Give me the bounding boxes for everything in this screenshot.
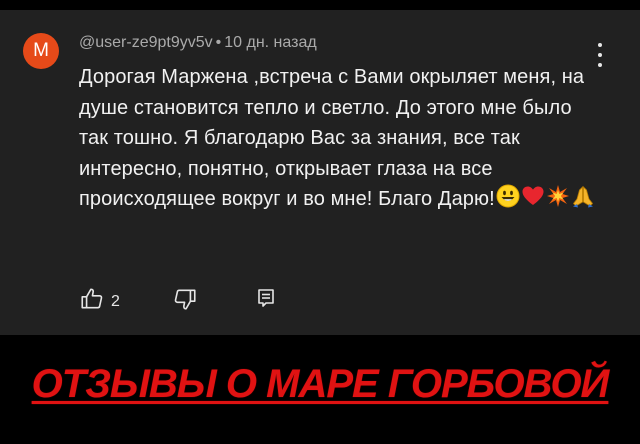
dislike-button[interactable] <box>172 286 198 317</box>
comment-card: M @user-ze9pt9yv5v • 10 дн. назад Дорогая … <box>0 10 640 335</box>
comment-time[interactable]: 10 дн. назад <box>224 34 316 51</box>
collision-emoji <box>546 184 570 218</box>
reply-button[interactable] <box>254 286 278 315</box>
thumbs-up-icon <box>79 286 105 317</box>
smiling-face-emoji <box>496 184 520 218</box>
top-strip <box>0 0 640 10</box>
comment-meta: @user-ze9pt9yv5v • 10 дн. назад <box>79 34 317 52</box>
red-heart-emoji <box>521 184 545 218</box>
thumbs-down-icon <box>172 286 198 317</box>
banner: ОТЗЫВЫ О МАРЕ ГОРБОВОЙ <box>0 336 640 444</box>
comment-text-block: Дорогая Маржена ,встреча с Вами окрыляет… <box>79 62 604 218</box>
avatar[interactable]: M <box>23 33 59 69</box>
like-button[interactable]: 2 <box>79 286 120 317</box>
like-count: 2 <box>111 292 120 310</box>
comment-author[interactable]: @user-ze9pt9yv5v <box>79 34 213 51</box>
banner-title: ОТЗЫВЫ О МАРЕ ГОРБОВОЙ <box>31 362 610 406</box>
meta-separator: • <box>215 34 222 51</box>
folded-hands-emoji <box>571 184 595 218</box>
reply-comment-icon <box>254 286 278 315</box>
